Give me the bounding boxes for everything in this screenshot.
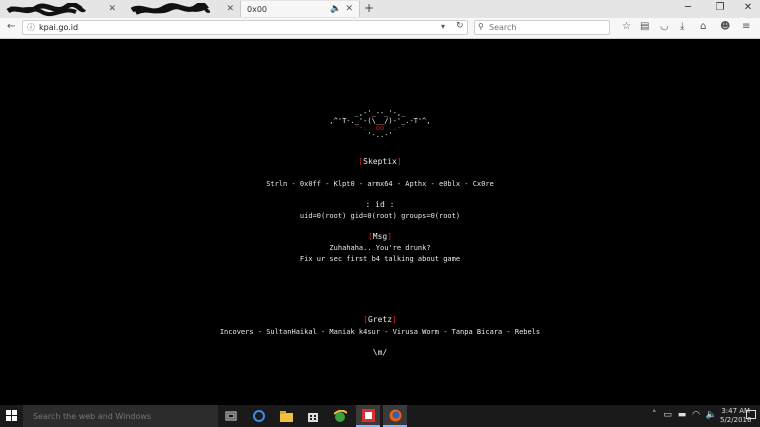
back-arrow-icon[interactable]: ← — [7, 21, 15, 32]
taskbar: ˄ ▭ ▬ ◠ 🔈 3:47 AM 5/2/2016 — [0, 405, 760, 427]
window-close-icon[interactable]: ✕ — [741, 2, 755, 13]
team-heading: [Skeptix] — [358, 157, 402, 166]
search-input[interactable] — [489, 22, 604, 33]
team-members: Strln - 0x0ff - Klpt0 - armx64 - Apthx -… — [266, 180, 494, 188]
ie-app-icon[interactable] — [328, 405, 352, 427]
redaction-scribble — [130, 3, 210, 15]
store-icon[interactable] — [301, 405, 325, 427]
notification-icon[interactable] — [746, 410, 756, 420]
gretz-heading: [Gretz] — [363, 315, 397, 324]
search-icon: ⚲ — [478, 22, 484, 31]
navigation-bar: ← ⓘ kpai.go.id ▾ ↻ ⚲ ☆ ▤ ◡ ⤓ ⌂ ☻ ≡ — [0, 18, 760, 39]
reading-list-icon[interactable]: ▤ — [640, 21, 649, 32]
taskbar-search-input[interactable] — [33, 410, 213, 422]
app-icon-red[interactable] — [356, 405, 380, 427]
minimize-icon[interactable]: ─ — [681, 2, 695, 13]
restore-icon[interactable]: ❐ — [713, 2, 727, 13]
close-icon[interactable]: ✕ — [108, 4, 116, 14]
taskbar-search[interactable] — [23, 405, 218, 427]
people-icon[interactable]: ▭ — [663, 410, 672, 420]
pocket-icon[interactable]: ◡ — [660, 21, 669, 32]
close-icon[interactable]: ✕ — [226, 4, 234, 14]
task-view-icon[interactable] — [219, 405, 243, 427]
gretz-list: Incovers - SultanHaikal - Maniak k4sur -… — [219, 328, 541, 336]
new-tab-button[interactable]: + — [364, 1, 374, 15]
search-box[interactable]: ⚲ — [474, 20, 610, 35]
tab-redacted-2[interactable]: ✕ — [122, 1, 240, 17]
download-icon[interactable]: ⤓ — [680, 21, 684, 32]
page-content: _,-'_--_'-,_ ,^'T-._'-(\__/)-'_.-T'^, '-… — [0, 39, 760, 405]
close-icon[interactable]: ✕ — [345, 4, 353, 14]
tab-redacted-1[interactable]: ✕ — [0, 1, 122, 17]
bookmark-star-icon[interactable]: ☆ — [622, 21, 631, 32]
ascii-art-line-4: '-..-' — [367, 131, 393, 139]
redaction-scribble — [6, 3, 86, 17]
id-output: uid=0(root) gid=0(root) groups=0(root) — [299, 212, 461, 220]
tab-strip: ✕ ✕ 0x00 🔈 ✕ + ─ ❐ ✕ — [0, 0, 760, 19]
battery-icon[interactable]: ▬ — [678, 410, 687, 420]
system-tray: ˄ ▭ ▬ ◠ 🔈 — [652, 410, 717, 420]
sign-off: \m/ — [372, 348, 388, 357]
info-icon[interactable]: ⓘ — [27, 22, 35, 33]
volume-icon[interactable]: 🔈 — [706, 410, 717, 420]
chevron-up-icon[interactable]: ˄ — [652, 410, 657, 420]
msg-line-2: Fix ur sec first b4 talking about game — [299, 255, 461, 263]
menu-icon[interactable]: ≡ — [742, 21, 750, 32]
wifi-icon[interactable]: ◠ — [692, 410, 700, 420]
firefox-icon[interactable] — [383, 405, 407, 427]
ascii-art-line-1: _,-'_--_'-,_ — [346, 109, 414, 117]
msg-heading: [Msg] — [367, 232, 393, 241]
url-text[interactable]: kpai.go.id — [39, 23, 78, 32]
dropdown-arrow-icon[interactable]: ▾ — [441, 22, 445, 31]
url-bar[interactable]: ⓘ kpai.go.id ▾ ↻ — [22, 20, 468, 35]
file-explorer-icon[interactable] — [274, 405, 298, 427]
speaker-icon[interactable]: 🔈 — [330, 4, 341, 14]
reload-icon[interactable]: ↻ — [456, 21, 464, 31]
tab-active[interactable]: 0x00 🔈 ✕ — [240, 1, 360, 17]
windows-start-icon[interactable] — [6, 410, 17, 421]
home-icon[interactable]: ⌂ — [700, 21, 706, 32]
msg-line-1: Zuhahaha.. You're drunk? — [329, 244, 431, 252]
id-label: : id : — [365, 200, 395, 209]
edge-browser-icon[interactable] — [247, 405, 271, 427]
extension-icon[interactable]: ☻ — [720, 21, 730, 32]
tab-title: 0x00 — [247, 4, 268, 14]
